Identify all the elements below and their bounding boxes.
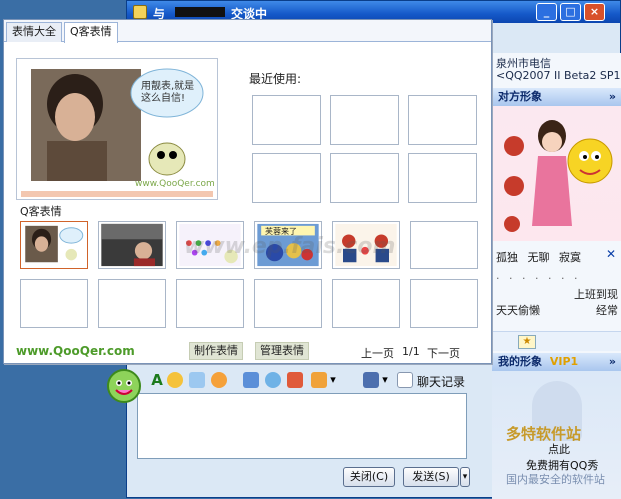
show-tabs: ★ (492, 331, 621, 351)
next-page-link[interactable]: 下一页 (427, 345, 460, 361)
emoticon-icon[interactable] (167, 372, 183, 388)
emoticon-popup: 表情大全 Q客表情 用靓表,就是这么自信! www.QooQer.com 最近使… (3, 19, 492, 364)
dots-line: · · · · · · · (496, 272, 581, 285)
manage-emoticon-button[interactable]: 管理表情 (255, 342, 309, 360)
emoticon-slot[interactable] (410, 221, 478, 269)
compose-toolbar: A ▾ ▾ 聊天记录 (127, 369, 492, 391)
recent-slot[interactable] (252, 95, 321, 145)
emoticon-slot[interactable] (410, 279, 478, 328)
status-line: 经常 (596, 304, 618, 317)
message-input[interactable] (137, 393, 467, 459)
tab-all-emoticons[interactable]: 表情大全 (6, 22, 62, 42)
emoticon-slot[interactable] (332, 279, 400, 328)
chevron-down-icon[interactable]: ▾ (381, 372, 389, 388)
prev-page-link[interactable]: 上一页 (361, 345, 394, 361)
mood-tag[interactable]: 寂寞 (559, 251, 581, 264)
recent-slot[interactable] (330, 153, 399, 203)
recent-slot[interactable] (330, 95, 399, 145)
qooqer-section-label: Q客表情 (20, 205, 62, 218)
emoticon-slot[interactable] (176, 279, 244, 328)
make-emoticon-button[interactable]: 制作表情 (189, 342, 243, 360)
recent-slot[interactable] (408, 153, 477, 203)
message-mode-icon[interactable] (363, 372, 379, 388)
mood-tag[interactable]: 孤独 (496, 251, 518, 264)
vip-badge: VIP1 (549, 355, 579, 368)
site-watermark-sub: 国内最安全的软件站 (506, 473, 605, 486)
magic-face-icon[interactable] (189, 372, 205, 388)
my-avatar-title: 我的形象 (498, 355, 542, 368)
my-avatar-area[interactable]: 多特软件站 点此 免费拥有QQ秀 国内最安全的软件站 (492, 371, 621, 499)
contact-panel: 泉州市电信 <QQ2007 II Beta2 SP1> 对方形象 » 孤独 无聊… (492, 53, 621, 499)
emoticon-thumb-image (25, 225, 84, 263)
emoticon-thumb[interactable] (20, 221, 88, 269)
center-watermark: www.ep.fais.com (184, 234, 396, 259)
mood-tag[interactable]: 无聊 (528, 251, 550, 264)
status-line-wrap: 天天偷懒 经常 (496, 303, 618, 319)
font-button[interactable]: A (149, 372, 165, 388)
close-icon[interactable]: ✕ (606, 247, 616, 261)
mood-tags: 孤独 无聊 寂寞 (496, 249, 587, 265)
emoticon-slot[interactable] (98, 279, 166, 328)
qq-logo-icon (133, 5, 147, 19)
status-line: 上班到现 (574, 288, 618, 301)
screenshot-icon[interactable] (243, 372, 259, 388)
recent-label: 最近使用: (249, 72, 302, 86)
their-avatar-image (492, 106, 621, 241)
my-avatar-header[interactable]: 我的形象 VIP1 » (492, 353, 621, 371)
emoticon-thumb[interactable] (98, 221, 166, 269)
wink-icon[interactable] (211, 372, 227, 388)
emoticon-slot[interactable] (20, 279, 88, 328)
music-icon[interactable] (287, 372, 303, 388)
their-avatar-header[interactable]: 对方形象 » (492, 88, 621, 106)
chevron-down-icon[interactable]: ▾ (329, 372, 337, 388)
shake-icon[interactable] (265, 372, 281, 388)
status-line: 天天偷懒 (496, 304, 540, 317)
redacted-contact-name (175, 7, 225, 17)
qoo-smiley-icon[interactable] (106, 368, 142, 404)
contact-client: <QQ2007 II Beta2 SP1> (496, 69, 621, 82)
chat-history-button[interactable]: 聊天记录 (417, 373, 465, 390)
their-avatar-title: 对方形象 (498, 90, 542, 103)
close-chat-button[interactable]: 关闭(C) (343, 467, 395, 487)
compose-area: A ▾ ▾ 聊天记录 关闭(C) 发送(S) ▾ (127, 365, 492, 499)
recent-slot[interactable] (252, 153, 321, 203)
send-button[interactable]: 发送(S) (403, 467, 459, 487)
preview-bubble-text: 用靓表,就是这么自信! (141, 81, 195, 104)
close-window-button[interactable]: × (584, 3, 605, 21)
image-icon[interactable] (311, 372, 327, 388)
page-indicator: 1/1 (402, 345, 420, 358)
preview-image (21, 68, 213, 197)
preview-watermark: www.QooQer.com (135, 179, 215, 189)
brand-link[interactable]: www.QooQer.com (16, 344, 135, 358)
status-message: · · · · · · · 上班到现 天天偷懒 经常 (496, 271, 618, 319)
double-chevron-icon[interactable]: » (609, 353, 616, 371)
tab-qooqer-emoticons[interactable]: Q客表情 (64, 22, 118, 43)
promo-click[interactable]: 点此 (548, 441, 570, 457)
emoticon-tabs: 表情大全 Q客表情 (4, 20, 491, 43)
qq-show-avatar-icon (504, 120, 613, 232)
emoticon-preview: 用靓表,就是这么自信! www.QooQer.com (16, 58, 218, 200)
emoticon-slot[interactable] (254, 279, 322, 328)
emoticon-thumb-image (101, 223, 163, 267)
history-icon[interactable] (397, 372, 413, 388)
send-options-icon[interactable]: ▾ (460, 467, 470, 487)
double-chevron-icon[interactable]: » (609, 88, 616, 106)
minimize-button[interactable]: _ (536, 3, 557, 21)
maximize-button[interactable]: □ (560, 3, 581, 21)
star-icon[interactable]: ★ (518, 335, 536, 349)
recent-slot[interactable] (408, 95, 477, 145)
popup-footer: www.QooQer.com 制作表情 管理表情 上一页 1/1 下一页 (4, 338, 491, 364)
